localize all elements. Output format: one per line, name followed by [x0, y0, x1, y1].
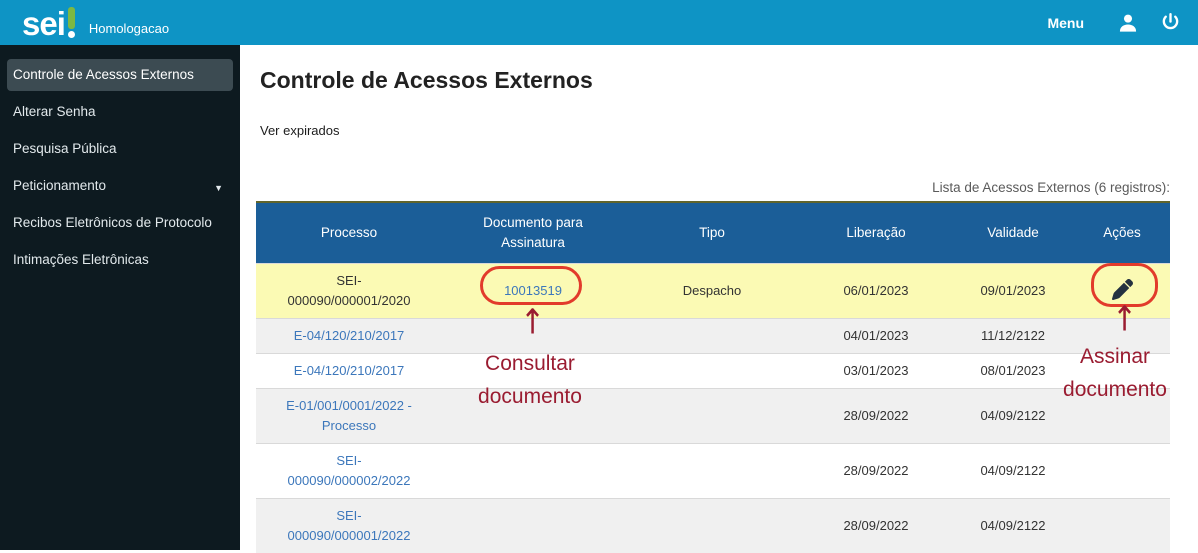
sidebar-item-5[interactable]: Intimações Eletrônicas: [7, 244, 233, 276]
liberacao-cell: 28/09/2022: [800, 444, 952, 499]
documento-cell: [442, 444, 624, 499]
liberacao-cell: 28/09/2022: [800, 499, 952, 553]
acoes-cell: [1074, 444, 1170, 499]
sidebar-item-3[interactable]: Peticionamento▼: [7, 170, 233, 202]
power-icon[interactable]: [1158, 11, 1182, 35]
sidebar-item-1[interactable]: Alterar Senha: [7, 96, 233, 128]
validade-cell: 04/09/2122: [952, 389, 1074, 444]
top-header-bar: sei Homologacao Menu: [0, 0, 1198, 45]
documento-cell: [442, 389, 624, 444]
liberacao-cell: 06/01/2023: [800, 264, 952, 319]
validade-cell: 09/01/2023: [952, 264, 1074, 319]
processo-cell: SEI-000090/000001/2020: [256, 264, 442, 319]
processo-link[interactable]: E-04/120/210/2017: [294, 328, 405, 343]
tipo-cell: [624, 319, 800, 354]
acoes-cell: [1074, 354, 1170, 389]
table-header-row: ProcessoDocumento para AssinaturaTipoLib…: [256, 202, 1170, 264]
acoes-cell: [1074, 319, 1170, 354]
table-row: E-04/120/210/2017 04/01/202311/12/2122: [256, 319, 1170, 354]
environment-label: Homologacao: [89, 21, 169, 36]
sign-pen-icon[interactable]: [1110, 277, 1135, 302]
tipo-cell: [624, 444, 800, 499]
table-row: E-04/120/210/2017 03/01/202308/01/2023: [256, 354, 1170, 389]
table-row: E-01/001/0001/2022 - Processo 28/09/20220…: [256, 389, 1170, 444]
column-header-2: Tipo: [624, 202, 800, 264]
documento-cell: 10013519: [442, 264, 624, 319]
documento-cell: [442, 319, 624, 354]
processo-cell: E-01/001/0001/2022 - Processo: [256, 389, 442, 444]
sei-logo-text: sei: [22, 9, 65, 39]
column-header-4: Validade: [952, 202, 1074, 264]
validade-cell: 04/09/2122: [952, 444, 1074, 499]
column-header-1: Documento para Assinatura: [442, 202, 624, 264]
column-header-0: Processo: [256, 202, 442, 264]
documento-cell: [442, 499, 624, 553]
processo-cell: SEI-000090/000001/2022: [256, 499, 442, 553]
processo-cell: E-04/120/210/2017: [256, 354, 442, 389]
table-row: SEI-000090/000001/2020 10013519 Despacho06…: [256, 264, 1170, 319]
tipo-cell: Despacho: [624, 264, 800, 319]
chevron-down-icon: ▼: [214, 180, 223, 196]
sidebar-menu: Controle de Acessos Externos Alterar Senh…: [0, 45, 240, 550]
ver-expirados-link[interactable]: Ver expirados: [260, 123, 340, 138]
processo-link[interactable]: E-01/001/0001/2022 - Processo: [286, 398, 412, 433]
acoes-cell: [1074, 389, 1170, 444]
sidebar-item-2[interactable]: Pesquisa Pública: [7, 133, 233, 165]
validade-cell: 08/01/2023: [952, 354, 1074, 389]
documento-cell: [442, 354, 624, 389]
processo-cell: E-04/120/210/2017: [256, 319, 442, 354]
menu-button[interactable]: Menu: [1047, 15, 1084, 31]
user-icon[interactable]: [1116, 11, 1140, 35]
column-header-3: Liberação: [800, 202, 952, 264]
documento-link[interactable]: 10013519: [504, 283, 562, 298]
processo-link[interactable]: SEI-000090/000001/2022: [288, 508, 411, 543]
sidebar-item-4[interactable]: Recibos Eletrônicos de Protocolo: [7, 207, 233, 239]
liberacao-cell: 03/01/2023: [800, 354, 952, 389]
validade-cell: 11/12/2122: [952, 319, 1074, 354]
sei-logo: sei Homologacao: [22, 7, 169, 39]
acoes-cell: [1074, 264, 1170, 319]
list-caption: Lista de Acessos Externos (6 registros):: [256, 180, 1170, 195]
processo-cell: SEI-000090/000002/2022: [256, 444, 442, 499]
acoes-cell: [1074, 499, 1170, 553]
tipo-cell: [624, 389, 800, 444]
tipo-cell: [624, 354, 800, 389]
table-row: SEI-000090/000002/2022 28/09/202204/09/21…: [256, 444, 1170, 499]
sidebar-item-0[interactable]: Controle de Acessos Externos: [7, 59, 233, 91]
tipo-cell: [624, 499, 800, 553]
main-content: Controle de Acessos Externos Ver expirad…: [240, 45, 1198, 550]
processo-link[interactable]: SEI-000090/000002/2022: [288, 453, 411, 488]
sei-logo-exclamation-icon: [68, 7, 75, 38]
validade-cell: 04/09/2122: [952, 499, 1074, 553]
processo-link[interactable]: E-04/120/210/2017: [294, 363, 405, 378]
column-header-5: Ações: [1074, 202, 1170, 264]
liberacao-cell: 04/01/2023: [800, 319, 952, 354]
page-title: Controle de Acessos Externos: [260, 67, 1198, 94]
acessos-externos-table: ProcessoDocumento para AssinaturaTipoLib…: [256, 201, 1170, 553]
liberacao-cell: 28/09/2022: [800, 389, 952, 444]
table-row: SEI-000090/000001/2022 28/09/202204/09/21…: [256, 499, 1170, 553]
